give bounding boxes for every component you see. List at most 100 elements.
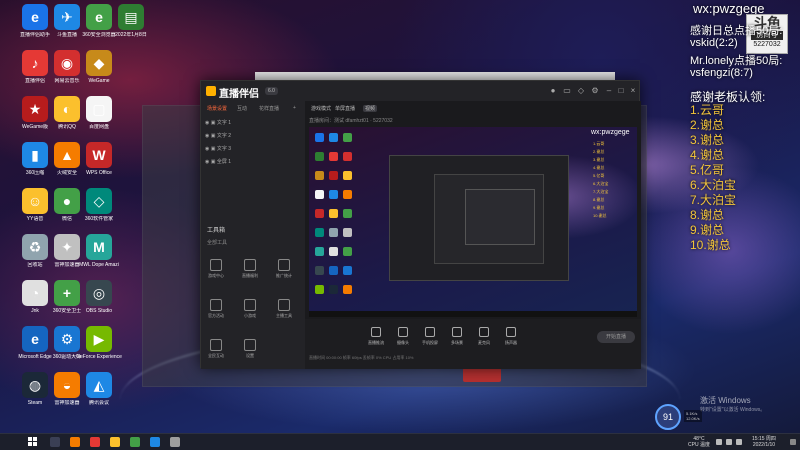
stream-preview[interactable]: wx:pwzgege 1.云哥 2.谢总 3.谢总 4.谢总 5.亿哥 6.大泊宝 7.大泊… — [309, 127, 637, 317]
preview-desktop-icon — [343, 209, 352, 218]
tab-interaction[interactable]: 互动 — [237, 105, 247, 112]
desktop-icon[interactable]: ◆ WeGame — [76, 50, 122, 84]
taskbar-app-icon[interactable] — [70, 437, 80, 447]
start-button[interactable] — [28, 437, 38, 447]
taskbar-app-icon[interactable] — [90, 437, 100, 447]
scene-item[interactable]: ◉ ▣ 文字 2 — [205, 132, 231, 139]
desktop-app-icon: ◇ — [86, 188, 112, 214]
tray-arrow-icon[interactable] — [716, 439, 722, 445]
preview-wechat-id: wx:pwzgege — [591, 129, 630, 136]
scene-label: 全屏 1 — [216, 159, 232, 165]
tab-video[interactable]: 视频 — [363, 105, 378, 112]
toolbar-icon — [371, 327, 381, 337]
search-icon[interactable] — [50, 437, 60, 447]
preview-chat-line: 3.谢总 — [593, 157, 605, 162]
tools-subtitle[interactable]: 全部工具 — [207, 239, 227, 246]
preview-desktop-icon — [315, 133, 324, 142]
preview-chat-line: 6.大泊宝 — [593, 181, 609, 186]
desktop-icon-label: MWL Dope Amazi — [79, 262, 119, 268]
live-app-window[interactable]: 直播伴侣 6.0 ● ▭ ◇ ⚙ – □ × 场景设置 互动 花样直播 + ◉ … — [200, 80, 641, 369]
desktop-icon[interactable]: ▤ 2022年1月8日 — [108, 4, 154, 38]
taskbar-app-icon[interactable] — [150, 437, 160, 447]
taskbar-app-icon[interactable] — [170, 437, 180, 447]
perf-monitor-widget[interactable]: 91 — [655, 404, 681, 430]
tool-icon — [278, 259, 290, 271]
tool-icon — [210, 259, 222, 271]
tool-item[interactable]: 设置 — [237, 339, 263, 359]
desktop-icon[interactable]: W WPS Office — [76, 142, 122, 176]
preview-taskbar — [309, 311, 637, 317]
toolbar-item[interactable]: 麦克风 — [471, 327, 497, 346]
avatar-icon[interactable]: ● — [549, 87, 557, 95]
volume-icon[interactable] — [736, 439, 742, 445]
preview-desktop-icon — [329, 209, 338, 218]
preview-chat-line: 4.谢总 — [593, 165, 605, 170]
desktop-icon[interactable]: ▢ 百度网盘 — [76, 96, 122, 130]
settings-icon[interactable]: ⚙ — [591, 87, 599, 95]
tab-single-screen[interactable]: 单屏直播 — [335, 105, 355, 112]
close-icon[interactable]: × — [629, 87, 637, 95]
boss-line: 9.谢总 — [690, 223, 725, 237]
add-scene-icon[interactable]: + — [293, 105, 296, 111]
preview-desktop-icon — [329, 133, 338, 142]
preview-desktop-icon — [315, 171, 324, 180]
start-live-button[interactable]: 开始直播 — [597, 331, 635, 343]
tool-item[interactable]: 游戏中心 — [203, 259, 229, 279]
preview-nested-window — [465, 189, 535, 245]
preview-desktop-icon — [315, 247, 324, 256]
preview-desktop-icon — [329, 247, 338, 256]
tool-item[interactable]: 主播工具 — [271, 299, 297, 319]
toolbar-item[interactable]: 摄像头 — [390, 327, 416, 346]
desktop-icon[interactable]: ▶ GeForce Experience — [76, 326, 122, 360]
preview-chat-line: 1.云哥 — [593, 141, 605, 146]
tab-scene-settings[interactable]: 场景设置 — [207, 105, 227, 112]
tool-icon — [278, 299, 290, 311]
desktop-icon[interactable]: ◭ 腾讯会议 — [76, 372, 122, 406]
boss-line: 10.谢总 — [690, 238, 731, 252]
clock-date: 2022/1/10 — [752, 442, 776, 448]
tool-item[interactable]: 小游戏 — [237, 299, 263, 319]
wechat-icon[interactable] — [130, 437, 140, 447]
folder-icon[interactable] — [110, 437, 120, 447]
desktop-icon[interactable]: ◎ OBS Studio — [76, 280, 122, 314]
toolbar-icon — [425, 327, 435, 337]
room-number: 5227032 — [753, 41, 781, 48]
boss-line: 2.谢总 — [690, 118, 725, 132]
toolbar-item[interactable]: 多场景 — [444, 327, 470, 346]
tool-item[interactable]: 直播福利 — [237, 259, 263, 279]
network-icon[interactable] — [726, 439, 732, 445]
minimize-icon[interactable]: – — [605, 87, 613, 95]
tab-game-mode[interactable]: 游戏模式 — [311, 105, 331, 112]
app-logo-icon — [206, 86, 216, 96]
toolbar-item[interactable]: 手机投屏 — [417, 327, 443, 346]
tool-item[interactable]: 全民互动 — [203, 339, 229, 359]
toolbar-item[interactable]: 直播推流 — [363, 327, 389, 346]
boss-line: 3.谢总 — [690, 133, 725, 147]
toolbar-icon — [506, 327, 516, 337]
desktop-icon[interactable]: ◇ 360软件管家 — [76, 188, 122, 222]
net-speed: 5.1K/s 12.0K/s — [684, 410, 702, 422]
tool-item[interactable]: 推广统计 — [271, 259, 297, 279]
tab-fancy-live[interactable]: 花样直播 — [259, 105, 279, 112]
perf-percent: 91 — [662, 412, 673, 422]
scene-item[interactable]: ◉ ▣ 文字 1 — [205, 119, 231, 126]
skin-icon[interactable]: ◇ — [577, 87, 585, 95]
preview-chat-line: 10.谢总 — [593, 213, 607, 218]
app-titlebar[interactable]: 直播伴侣 6.0 ● ▭ ◇ ⚙ – □ × — [201, 81, 639, 101]
scene-item[interactable]: ◉ ▣ 全屏 1 — [205, 158, 231, 165]
tool-item[interactable]: 官方活动 — [203, 299, 229, 319]
clock[interactable]: 15:15 周四 2022/1/10 — [752, 436, 776, 448]
toolbar-item[interactable]: 扬声器 — [498, 327, 524, 346]
notification-icon[interactable] — [790, 439, 796, 445]
mail-icon[interactable]: ▭ — [563, 87, 571, 95]
desktop-app-icon: ▶ — [86, 326, 112, 352]
desktop-icon[interactable]: M MWL Dope Amazi — [76, 234, 122, 268]
cpu-temp[interactable]: 48°C CPU 温度 — [688, 436, 710, 448]
app-version-badge: 6.0 — [265, 87, 278, 95]
maximize-icon[interactable]: □ — [617, 87, 625, 95]
preview-desktop-icon — [343, 133, 352, 142]
tool-label: 全民互动 — [208, 353, 224, 358]
boss-line: 5.亿哥 — [690, 163, 725, 177]
activate-windows-sub: 转到"设置"以激活 Windows。 — [700, 407, 766, 413]
scene-item[interactable]: ◉ ▣ 文字 3 — [205, 145, 231, 152]
